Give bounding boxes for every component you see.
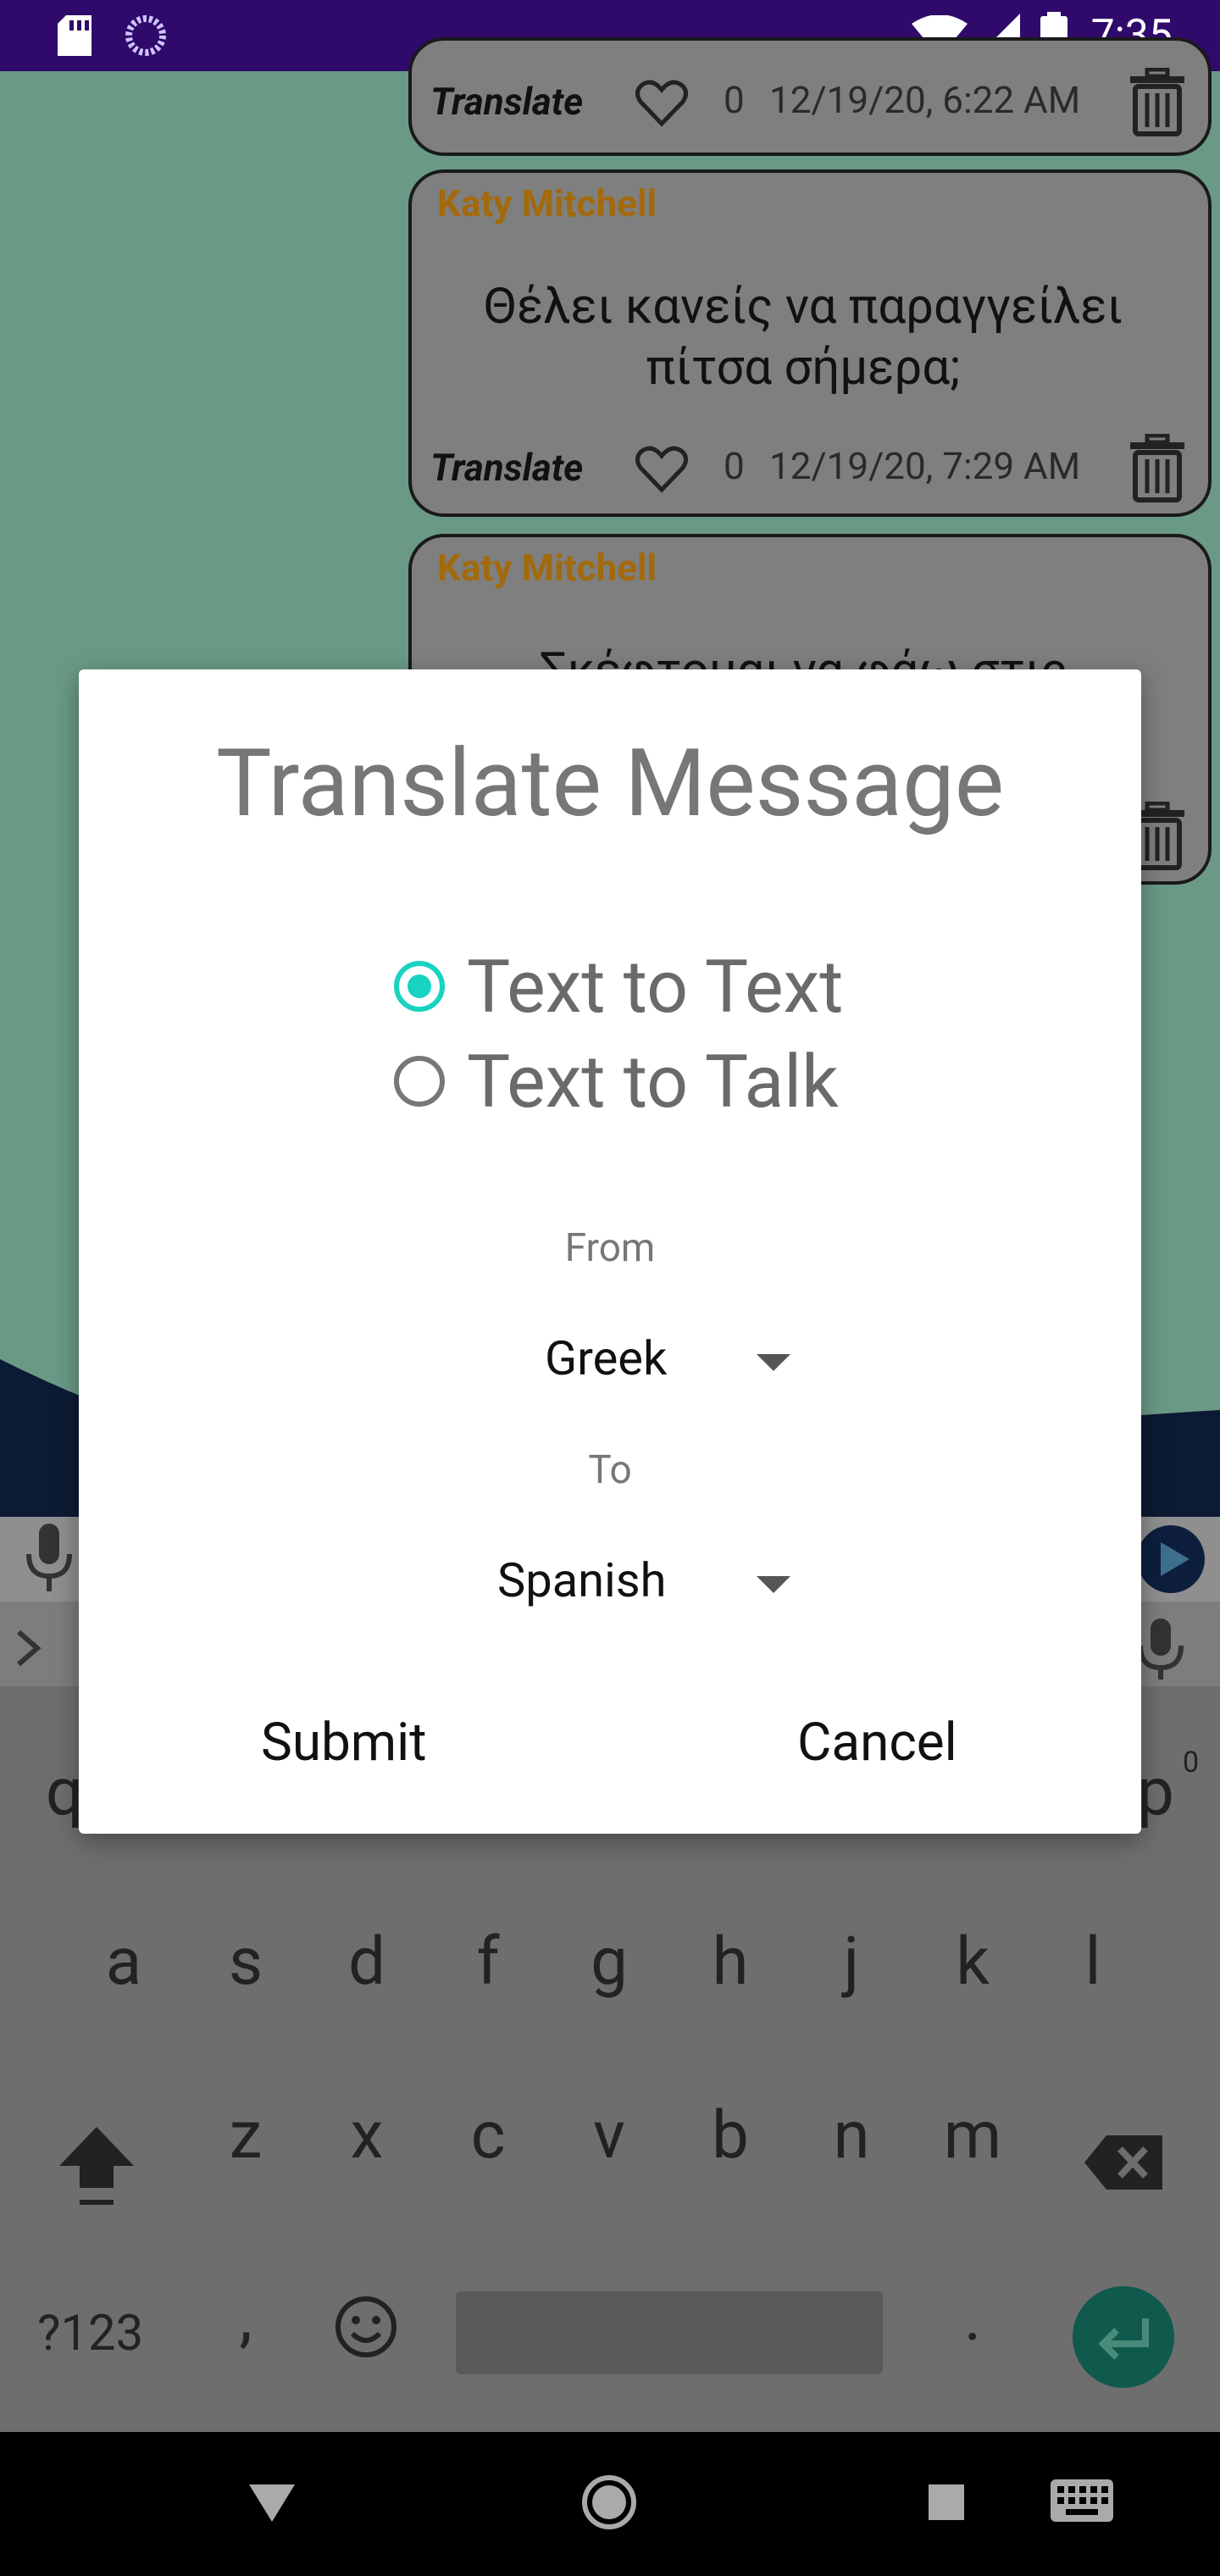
to-label: To — [588, 1447, 632, 1493]
recents-nav-icon[interactable] — [929, 2484, 964, 2520]
sd-card-icon — [58, 15, 92, 56]
dialog-title: Translate Message — [215, 729, 1005, 838]
loading-circle-icon — [125, 15, 166, 56]
radio-label: Text to Talk — [467, 1039, 839, 1124]
to-language-spinner[interactable]: Spanish — [485, 1552, 867, 1620]
from-language-spinner[interactable]: Greek — [502, 1330, 867, 1398]
back-nav-icon[interactable] — [249, 2484, 295, 2522]
navigation-bar — [0, 2432, 1220, 2576]
to-language-value: Spanish — [497, 1552, 667, 1608]
cancel-button[interactable]: Cancel — [797, 1712, 957, 1774]
submit-button[interactable]: Submit — [261, 1712, 427, 1774]
radio-checked-icon[interactable] — [394, 961, 445, 1012]
translate-dialog: Translate Message Text to Text Text to T… — [79, 669, 1141, 1834]
from-label: From — [564, 1225, 656, 1271]
dropdown-arrow-icon — [757, 1354, 790, 1371]
home-nav-icon[interactable] — [581, 2474, 637, 2530]
from-language-value: Greek — [545, 1330, 668, 1386]
radio-label: Text to Text — [467, 944, 844, 1030]
keyboard-switch-icon[interactable] — [1051, 2479, 1113, 2523]
radio-unchecked-icon[interactable] — [394, 1056, 445, 1107]
dropdown-arrow-icon — [757, 1576, 790, 1593]
